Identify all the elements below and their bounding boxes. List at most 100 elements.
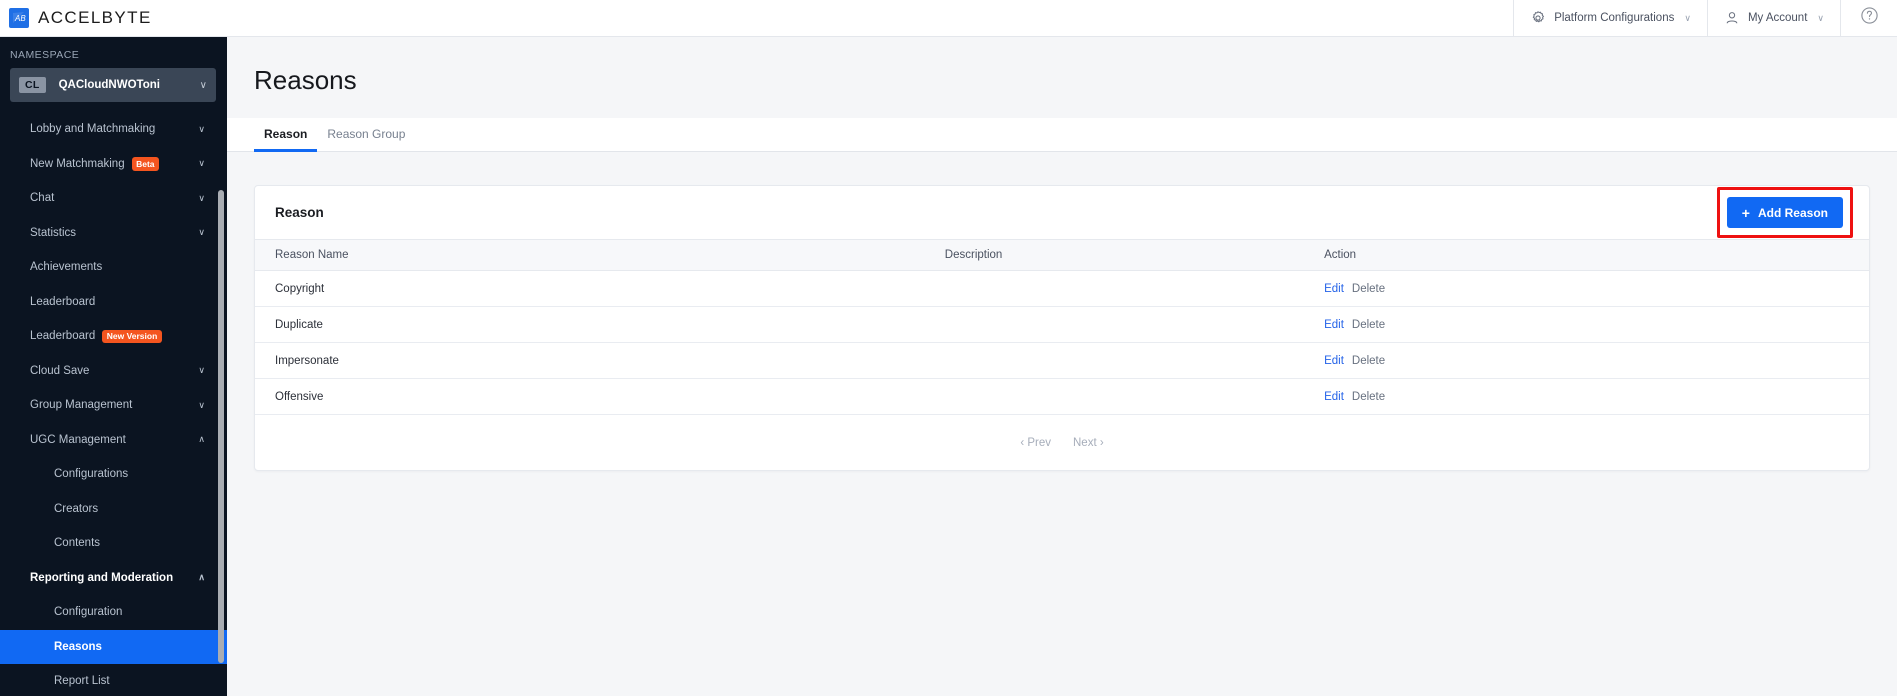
cell-description xyxy=(924,270,1305,307)
page-title: Reasons xyxy=(254,65,357,95)
namespace-badge: CL xyxy=(19,76,46,94)
cell-description xyxy=(924,342,1305,379)
namespace-value: QACloudNWOToni xyxy=(58,79,160,91)
sidebar-item-configurations[interactable]: Configurations xyxy=(0,457,227,492)
sidebar-item-report-list[interactable]: Report List xyxy=(0,664,227,696)
sidebar: NAMESPACE CL QACloudNWOToni ∨ Lobby and … xyxy=(0,37,227,696)
delete-link[interactable]: Delete xyxy=(1352,283,1385,295)
sidebar-item-label: Cloud Save xyxy=(30,364,90,377)
table-body: Copyright Edit Delete Duplicate Edit Delete Im… xyxy=(255,270,1869,415)
sidebar-item-cloud-save[interactable]: Cloud Save ∨ xyxy=(0,354,227,389)
table-row: Duplicate Edit Delete xyxy=(255,306,1869,343)
chevron-down-icon: ∨ xyxy=(198,192,205,203)
my-account-menu[interactable]: My Account ∨ xyxy=(1706,0,1840,37)
edit-link[interactable]: Edit xyxy=(1324,319,1344,331)
column-header-reason-name: Reason Name xyxy=(255,239,925,271)
chevron-down-icon: ∨ xyxy=(198,123,205,134)
chevron-down-icon: ∨ xyxy=(198,227,205,238)
chevron-down-icon: ∨ xyxy=(198,399,205,410)
sidebar-item-leaderboard[interactable]: Leaderboard xyxy=(0,285,227,320)
reason-card: Reason + Add Reason Reason Name Descript… xyxy=(254,185,1870,471)
add-reason-label: Add Reason xyxy=(1757,205,1828,220)
cell-action: Edit Delete xyxy=(1304,378,1869,415)
sidebar-item-contents[interactable]: Contents xyxy=(0,526,227,561)
sidebar-item-lobby-and-matchmaking[interactable]: Lobby and Matchmaking ∨ xyxy=(0,112,227,147)
sidebar-item-label: Reporting and Moderation xyxy=(30,571,174,584)
cell-action: Edit Delete xyxy=(1304,342,1869,379)
sidebar-item-creators[interactable]: Creators xyxy=(0,492,227,527)
sidebar-item-achievements[interactable]: Achievements xyxy=(0,250,227,285)
chevron-down-icon: ∨ xyxy=(198,158,205,169)
reasons-table: Reason Name Description Action Copyright… xyxy=(255,239,1869,415)
next-page-button[interactable]: Next › xyxy=(1073,437,1104,449)
edit-link[interactable]: Edit xyxy=(1324,391,1344,403)
top-bar: AB ACCELBYTE Platform Configurations ∨ M… xyxy=(0,0,1897,37)
cell-action: Edit Delete xyxy=(1304,306,1869,343)
sidebar-item-label: Chat xyxy=(30,192,55,205)
brand-logo[interactable]: AB ACCELBYTE xyxy=(0,0,152,36)
cell-reason-name: Offensive xyxy=(255,378,925,415)
chevron-down-icon: ∨ xyxy=(1684,12,1691,23)
sidebar-item-chat[interactable]: Chat ∨ xyxy=(0,181,227,216)
sidebar-item-group-management[interactable]: Group Management ∨ xyxy=(0,388,227,423)
sidebar-item-label: Report List xyxy=(54,675,110,688)
tab-reason-group[interactable]: Reason Group xyxy=(317,127,415,151)
user-icon xyxy=(1724,10,1740,26)
sidebar-nav: Lobby and Matchmaking ∨ New Matchmaking Bet… xyxy=(0,112,227,696)
cell-action: Edit Delete xyxy=(1304,270,1869,307)
chevron-down-icon: ∨ xyxy=(199,79,207,91)
sidebar-item-label: Lobby and Matchmaking xyxy=(30,123,156,136)
delete-link[interactable]: Delete xyxy=(1352,391,1385,403)
cell-description xyxy=(924,306,1305,343)
sidebar-item-leaderboard[interactable]: Leaderboard New Version xyxy=(0,319,227,354)
sidebar-scrollbar[interactable] xyxy=(218,190,224,663)
table-row: Copyright Edit Delete xyxy=(255,270,1869,307)
sidebar-item-label: UGC Management xyxy=(30,433,126,446)
sidebar-item-label: Leaderboard xyxy=(30,330,96,343)
cell-reason-name: Duplicate xyxy=(255,306,925,343)
sidebar-item-configuration[interactable]: Configuration xyxy=(0,595,227,630)
sidebar-item-label: Achievements xyxy=(30,261,103,274)
tab-reason[interactable]: Reason xyxy=(254,127,318,152)
question-circle-icon xyxy=(1860,6,1879,30)
table-head: Reason Name Description Action xyxy=(255,239,1869,271)
sidebar-item-ugc-management[interactable]: UGC Management ∧ xyxy=(0,423,227,458)
edit-link[interactable]: Edit xyxy=(1324,355,1344,367)
chevron-up-icon: ∧ xyxy=(198,434,205,445)
sidebar-item-label: New Matchmaking xyxy=(30,157,125,170)
sidebar-item-label: Configurations xyxy=(54,468,129,481)
card-header: Reason + Add Reason xyxy=(255,186,1869,239)
sidebar-item-badge: Beta xyxy=(131,157,160,171)
sidebar-item-reporting-and-moderation[interactable]: Reporting and Moderation ∧ xyxy=(0,561,227,596)
sidebar-item-label: Reasons xyxy=(54,640,102,653)
sidebar-item-new-matchmaking[interactable]: New Matchmaking Beta ∨ xyxy=(0,147,227,182)
platform-configurations-menu[interactable]: Platform Configurations ∨ xyxy=(1513,0,1707,37)
main-content: Reasons Reason Reason Group Reason + Add … xyxy=(227,37,1897,696)
table-row: Offensive Edit Delete xyxy=(255,378,1869,415)
help-button[interactable] xyxy=(1840,0,1897,37)
prev-page-button[interactable]: ‹ Prev xyxy=(1020,437,1051,449)
column-header-description: Description xyxy=(924,239,1305,271)
sidebar-item-statistics[interactable]: Statistics ∨ xyxy=(0,216,227,251)
sidebar-item-reasons[interactable]: Reasons xyxy=(0,629,227,664)
sidebar-item-label: Configuration xyxy=(54,606,123,619)
add-reason-highlight: + Add Reason xyxy=(1716,187,1853,238)
namespace-selector[interactable]: CL QACloudNWOToni ∨ xyxy=(10,68,216,102)
delete-link[interactable]: Delete xyxy=(1352,355,1385,367)
brand-name: ACCELBYTE xyxy=(38,8,152,27)
table-row: Impersonate Edit Delete xyxy=(255,342,1869,379)
accelbyte-logo-icon: AB xyxy=(9,8,29,28)
chevron-up-icon: ∧ xyxy=(198,572,205,583)
chevron-down-icon: ∨ xyxy=(1817,12,1824,23)
add-reason-button[interactable]: + Add Reason xyxy=(1726,197,1843,228)
table-header-row: Reason Name Description Action xyxy=(255,239,1869,271)
edit-link[interactable]: Edit xyxy=(1324,283,1344,295)
sidebar-item-badge: New Version xyxy=(102,329,162,343)
platform-configurations-label: Platform Configurations xyxy=(1554,12,1675,24)
column-header-action: Action xyxy=(1304,239,1869,271)
cell-description xyxy=(924,378,1305,415)
delete-link[interactable]: Delete xyxy=(1352,319,1385,331)
pagination: ‹ Prev Next › xyxy=(255,415,1869,470)
card-title: Reason xyxy=(275,205,324,220)
sidebar-item-label: Statistics xyxy=(30,226,77,239)
